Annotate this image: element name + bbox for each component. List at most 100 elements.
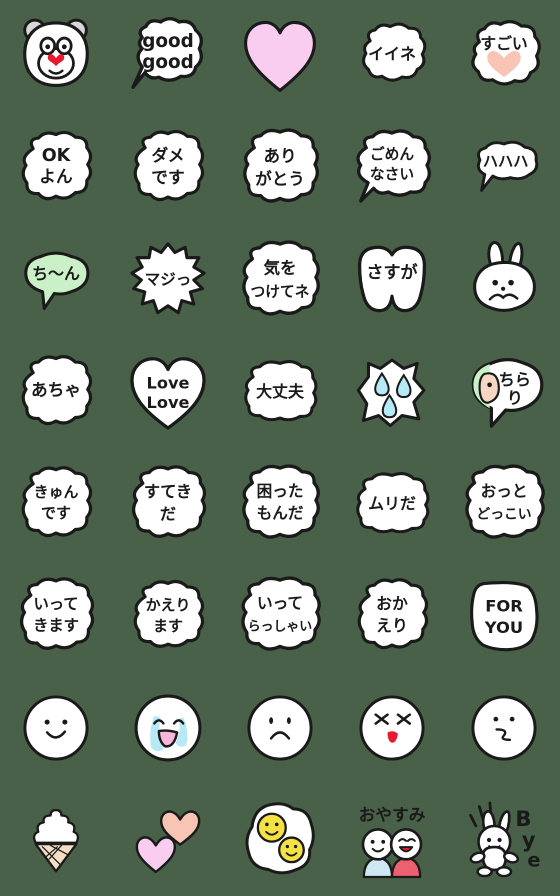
sticker-smiling-face[interactable] xyxy=(0,672,112,784)
face-outline xyxy=(359,695,425,761)
sticker-chiin-green-bubble[interactable]: ち〜ん xyxy=(0,224,112,336)
bubble-line-1: すてき xyxy=(144,482,192,501)
rabbit-eye-right xyxy=(497,837,502,843)
rabbit-foot-right xyxy=(495,866,513,878)
bubble-line-1: さすが xyxy=(366,262,418,283)
bubble-line-2: きます xyxy=(33,616,79,634)
sticker-hahaha-bubble[interactable]: ハハハ xyxy=(448,112,560,224)
sticker-iine-bubble[interactable]: イイネ xyxy=(336,0,448,112)
rabbit-nose xyxy=(501,286,506,291)
sticker-rabbit-face[interactable] xyxy=(448,224,560,336)
sticker-bear-face[interactable] xyxy=(0,0,112,112)
bubble-line-1: ち〜ん xyxy=(32,264,80,283)
sticker-sugoi-heart-bubble[interactable]: すごい xyxy=(448,0,560,112)
sticker-ok-yon-bubble[interactable]: OK よん xyxy=(0,112,112,224)
bubble-line-1: 大丈夫 xyxy=(256,382,305,401)
sticker-sweat-drops[interactable] xyxy=(336,336,448,448)
bubble-line-1: good xyxy=(142,31,194,52)
face-outline xyxy=(247,695,313,761)
rabbit-eye-left xyxy=(486,837,492,843)
bubble-line-1: おか xyxy=(376,594,408,613)
sticker-suteki-da-bubble[interactable]: すてき だ xyxy=(112,448,224,560)
sticker-itterasshai-bubble[interactable]: いって らっしゃい xyxy=(224,560,336,672)
sticker-crying-face[interactable] xyxy=(112,672,224,784)
yolk-smiley-2 xyxy=(278,836,305,864)
bubble-line-2: もんだ xyxy=(257,504,304,523)
sticker-kiwotsukete-bubble[interactable]: 気を つけてネ xyxy=(224,224,336,336)
sticker-dame-desu-bubble[interactable]: ダメ です xyxy=(112,112,224,224)
bubble-outline xyxy=(241,576,321,651)
sticker-komatta-monda-bubble[interactable]: 困った もんだ xyxy=(224,448,336,560)
bubble-outline xyxy=(242,464,320,539)
sticker-pink-heart[interactable] xyxy=(224,0,336,112)
sticker-sasuga-bubble[interactable]: さすが xyxy=(336,224,448,336)
sticker-bye-rabbit[interactable]: B y e xyxy=(448,784,560,896)
bubble-outline xyxy=(470,581,539,652)
sticker-love-love-heart[interactable]: Love Love xyxy=(112,336,224,448)
eye-right xyxy=(509,716,515,722)
heart-line-2: Love xyxy=(147,393,190,412)
sticker-daijoubu-bubble[interactable]: 大丈夫 xyxy=(224,336,336,448)
bubble-outline xyxy=(133,129,205,202)
eye-right xyxy=(62,719,68,725)
bubble-line-2: つけてネ xyxy=(251,284,310,301)
face-outline xyxy=(471,695,537,761)
yolk-2-eye-left xyxy=(285,844,290,849)
bubble-line-1: FOR xyxy=(485,597,523,616)
sticker-arigatou-bubble[interactable]: あり がとう xyxy=(224,112,336,224)
sticker-gomennasai-bubble[interactable]: ごめん なさい xyxy=(336,112,448,224)
bear-pupil-right xyxy=(61,44,67,50)
bubble-outline xyxy=(133,579,205,648)
sticker-maji-spiky-bubble[interactable]: マジっ xyxy=(112,224,224,336)
rabbit-head-outline xyxy=(473,260,536,312)
bubble-outline xyxy=(357,578,429,650)
bubble-line-1: かえり xyxy=(146,596,191,614)
bubble-outline xyxy=(131,465,207,538)
sticker-chirari-bubble[interactable]: ちら り xyxy=(448,336,560,448)
bubble-outline xyxy=(21,466,93,538)
sticker-good-good-bubble[interactable]: good good xyxy=(112,0,224,112)
eye-left xyxy=(269,717,274,725)
sticker-fried-eggs-smiley[interactable] xyxy=(224,784,336,896)
bubble-line-2: り xyxy=(507,389,523,408)
bubble-line-2: えり xyxy=(376,616,408,635)
bubble-line-1: 困った xyxy=(257,482,304,501)
yolk-1-eye-left xyxy=(265,822,269,827)
bubble-line-2: YOU xyxy=(484,618,523,637)
person-left-head xyxy=(361,828,395,861)
sticker-oyasumi-couple[interactable]: おやすみ xyxy=(336,784,448,896)
bubble-line-1: いって xyxy=(257,594,303,613)
sticker-kaerimasu-bubble[interactable]: かえり ます xyxy=(112,560,224,672)
sticker-acha-bubble[interactable]: あちゃ xyxy=(0,336,112,448)
sticker-otto-dokkoi-bubble[interactable]: おっと どっこい xyxy=(448,448,560,560)
bubble-line-2: どっこい xyxy=(476,507,531,523)
sticker-ittekimasu-bubble[interactable]: いって きます xyxy=(0,560,112,672)
bubble-line-1: ダメ xyxy=(152,145,185,165)
bye-letter-e: e xyxy=(527,848,540,871)
person-left-eye-right xyxy=(381,839,386,844)
sticker-dizzy-face[interactable] xyxy=(336,672,448,784)
sticker-ice-cream-cone[interactable] xyxy=(0,784,112,896)
bubble-line-1: OK xyxy=(42,146,72,166)
bubble-line-2: がとう xyxy=(255,169,305,189)
yolk-2-eye-right xyxy=(293,844,298,849)
bubble-line-2: です xyxy=(41,504,71,522)
peek-eye xyxy=(487,382,492,388)
person-right-head xyxy=(389,828,423,861)
bubble-line-1: ムリだ xyxy=(368,494,416,513)
sticker-kyun-desu-bubble[interactable]: きゅん です xyxy=(0,448,112,560)
bubble-line-2: よん xyxy=(39,166,73,186)
sticker-okaeri-bubble[interactable]: おか えり xyxy=(336,560,448,672)
sticker-two-hearts[interactable] xyxy=(112,784,224,896)
rabbit-eye-right xyxy=(508,279,514,286)
heart-shape-icon xyxy=(244,20,316,92)
sticker-sad-face[interactable] xyxy=(224,672,336,784)
bubble-outline xyxy=(242,240,320,316)
sticker-muri-da-bubble[interactable]: ムリだ xyxy=(336,448,448,560)
sticker-smirk-face[interactable] xyxy=(448,672,560,784)
bubble-line-1: イイネ xyxy=(368,44,416,63)
sticker-for-you-bubble[interactable]: FOR YOU xyxy=(448,560,560,672)
bubble-outline xyxy=(19,577,95,650)
yolk-smiley-1 xyxy=(256,812,287,843)
face-outline xyxy=(23,695,89,761)
